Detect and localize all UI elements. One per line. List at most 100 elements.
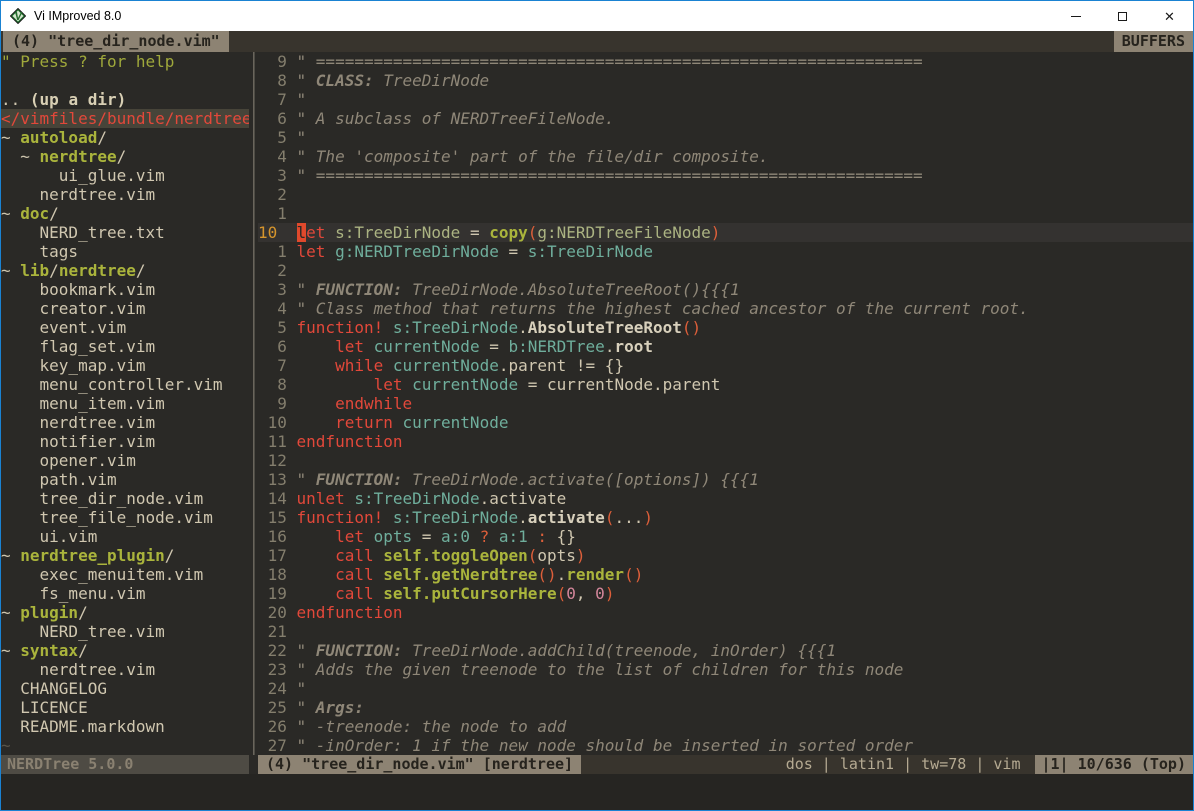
tree-item[interactable]: tree_file_node.vim <box>1 508 249 527</box>
line-number: 8 <box>258 375 297 394</box>
code-line[interactable]: 26 " -treenode: the node to add <box>258 717 1193 736</box>
code-line[interactable]: 4 " Class method that returns the highes… <box>258 299 1193 318</box>
code-token: let <box>335 337 364 356</box>
tree-item[interactable]: ~ nerdtree_plugin/ <box>1 546 249 565</box>
code-token: CLASS: <box>316 71 374 90</box>
tree-item[interactable]: NERD_tree.vim <box>1 622 249 641</box>
code-line[interactable]: 7 " <box>258 90 1193 109</box>
split-separator-segment: │ <box>249 204 258 223</box>
code-line[interactable]: 4 " The 'composite' part of the file/dir… <box>258 147 1193 166</box>
buffers-label[interactable]: BUFFERS <box>1114 31 1193 52</box>
tree-item[interactable]: nerdtree.vim <box>1 413 249 432</box>
tree-item[interactable]: nerdtree.vim <box>1 185 249 204</box>
code-line[interactable]: 6 let currentNode = b:NERDTree.root <box>258 337 1193 356</box>
tree-item[interactable]: ~ autoload/ <box>1 128 249 147</box>
code-line[interactable]: 19 call self.putCursorHere(0, 0) <box>258 584 1193 603</box>
maximize-button[interactable] <box>1099 1 1146 31</box>
tree-item[interactable]: notifier.vim <box>1 432 249 451</box>
code-line[interactable]: 8 let currentNode = currentNode.parent <box>258 375 1193 394</box>
minimize-icon <box>1071 16 1081 17</box>
tree-item[interactable]: flag_set.vim <box>1 337 249 356</box>
tree-item[interactable]: tree_dir_node.vim <box>1 489 249 508</box>
tree-item[interactable]: ~ nerdtree/ <box>1 147 249 166</box>
code-token: nerdtree.vim <box>1 413 155 432</box>
command-line-area[interactable] <box>1 774 1193 810</box>
code-line[interactable]: 6 " A subclass of NERDTreeFileNode. <box>258 109 1193 128</box>
tree-item[interactable]: .. (up a dir) <box>1 90 249 109</box>
tree-item[interactable]: opener.vim <box>1 451 249 470</box>
window-split-separator[interactable]: │││││││││││││││││││││││││││││││││││││ <box>249 52 258 755</box>
code-line[interactable]: 20 endfunction <box>258 603 1193 622</box>
code-token <box>297 375 374 394</box>
code-line[interactable]: 18 call self.getNerdtree().render() <box>258 565 1193 584</box>
line-number: 20 <box>258 603 297 622</box>
code-token: s:TreeDirNode <box>335 223 460 242</box>
code-token: " <box>297 128 307 147</box>
minimize-button[interactable] <box>1052 1 1099 31</box>
tree-item[interactable]: NERD_tree.txt <box>1 223 249 242</box>
code-line[interactable]: 16 let opts = a:0 ? a:1 : {} <box>258 527 1193 546</box>
tree-item[interactable]: menu_controller.vim <box>1 375 249 394</box>
code-line[interactable]: 3 " FUNCTION: TreeDirNode.AbsoluteTreeRo… <box>258 280 1193 299</box>
code-line[interactable]: 13 " FUNCTION: TreeDirNode.activate([opt… <box>258 470 1193 489</box>
tree-item[interactable]: nerdtree.vim <box>1 660 249 679</box>
code-line[interactable]: 5 " <box>258 128 1193 147</box>
code-token: ~ <box>1 736 11 755</box>
tree-item[interactable]: ui.vim <box>1 527 249 546</box>
tree-item[interactable]: tags <box>1 242 249 261</box>
code-token: " The 'composite' part of the file/dir c… <box>297 147 769 166</box>
code-line[interactable]: 9 " ====================================… <box>258 52 1193 71</box>
tree-item[interactable] <box>1 71 249 90</box>
tree-item[interactable]: ~ lib/nerdtree/ <box>1 261 249 280</box>
tree-item[interactable]: LICENCE <box>1 698 249 717</box>
tree-item[interactable]: CHANGELOG <box>1 679 249 698</box>
code-line[interactable]: 27 " -inOrder: 1 if the new node should … <box>258 736 1193 755</box>
code-token: / <box>97 128 107 147</box>
code-line[interactable]: 9 endwhile <box>258 394 1193 413</box>
tree-item[interactable]: event.vim <box>1 318 249 337</box>
tree-item[interactable]: exec_menuitem.vim <box>1 565 249 584</box>
code-line[interactable]: 10 return currentNode <box>258 413 1193 432</box>
code-token: / <box>165 546 175 565</box>
code-line[interactable]: 25 " Args: <box>258 698 1193 717</box>
tree-item[interactable]: " Press ? for help <box>1 52 249 71</box>
code-line[interactable]: 10 let s:TreeDirNode = copy(g:NERDTreeFi… <box>258 223 1193 242</box>
code-token: ~ <box>1 641 20 660</box>
tree-item[interactable]: ~ syntax/ <box>1 641 249 660</box>
code-line[interactable]: 21 <box>258 622 1193 641</box>
code-line[interactable]: 14 unlet s:TreeDirNode.activate <box>258 489 1193 508</box>
tree-item[interactable]: fs_menu.vim <box>1 584 249 603</box>
code-line[interactable]: 22 " FUNCTION: TreeDirNode.addChild(tree… <box>258 641 1193 660</box>
tree-item[interactable]: menu_item.vim <box>1 394 249 413</box>
code-line[interactable]: 1 <box>258 204 1193 223</box>
code-line[interactable]: 8 " CLASS: TreeDirNode <box>258 71 1193 90</box>
close-button[interactable]: ✕ <box>1146 1 1193 31</box>
code-line[interactable]: 23 " Adds the given treenode to the list… <box>258 660 1193 679</box>
tree-item[interactable]: ~ plugin/ <box>1 603 249 622</box>
tree-item[interactable]: bookmark.vim <box>1 280 249 299</box>
code-line[interactable]: 3 " ====================================… <box>258 166 1193 185</box>
tree-item[interactable]: path.vim <box>1 470 249 489</box>
split-separator-segment: │ <box>249 660 258 679</box>
code-line[interactable]: 5 function! s:TreeDirNode.AbsoluteTreeRo… <box>258 318 1193 337</box>
line-number: 17 <box>258 546 297 565</box>
tab-tree-dir-node[interactable]: (4) "tree_dir_node.vim" <box>3 31 229 52</box>
code-line[interactable]: 11 endfunction <box>258 432 1193 451</box>
tree-item[interactable]: </vimfiles/bundle/nerdtree/ <box>1 109 249 128</box>
tree-item[interactable]: ui_glue.vim <box>1 166 249 185</box>
line-number: 25 <box>258 698 297 717</box>
tree-item[interactable]: key_map.vim <box>1 356 249 375</box>
code-line[interactable]: 1 let g:NERDTreeDirNode = s:TreeDirNode <box>258 242 1193 261</box>
line-number: 12 <box>258 451 297 470</box>
code-line[interactable]: 15 function! s:TreeDirNode.activate(...) <box>258 508 1193 527</box>
tree-item[interactable]: ~ doc/ <box>1 204 249 223</box>
code-line[interactable]: 7 while currentNode.parent != {} <box>258 356 1193 375</box>
code-line[interactable]: 2 <box>258 261 1193 280</box>
code-line[interactable]: 24 " <box>258 679 1193 698</box>
code-line[interactable]: 12 <box>258 451 1193 470</box>
tree-item[interactable]: creator.vim <box>1 299 249 318</box>
code-line[interactable]: 17 call self.toggleOpen(opts) <box>258 546 1193 565</box>
tree-item[interactable]: README.markdown <box>1 717 249 736</box>
code-line[interactable]: 2 <box>258 185 1193 204</box>
tree-item[interactable]: ~ <box>1 736 249 755</box>
